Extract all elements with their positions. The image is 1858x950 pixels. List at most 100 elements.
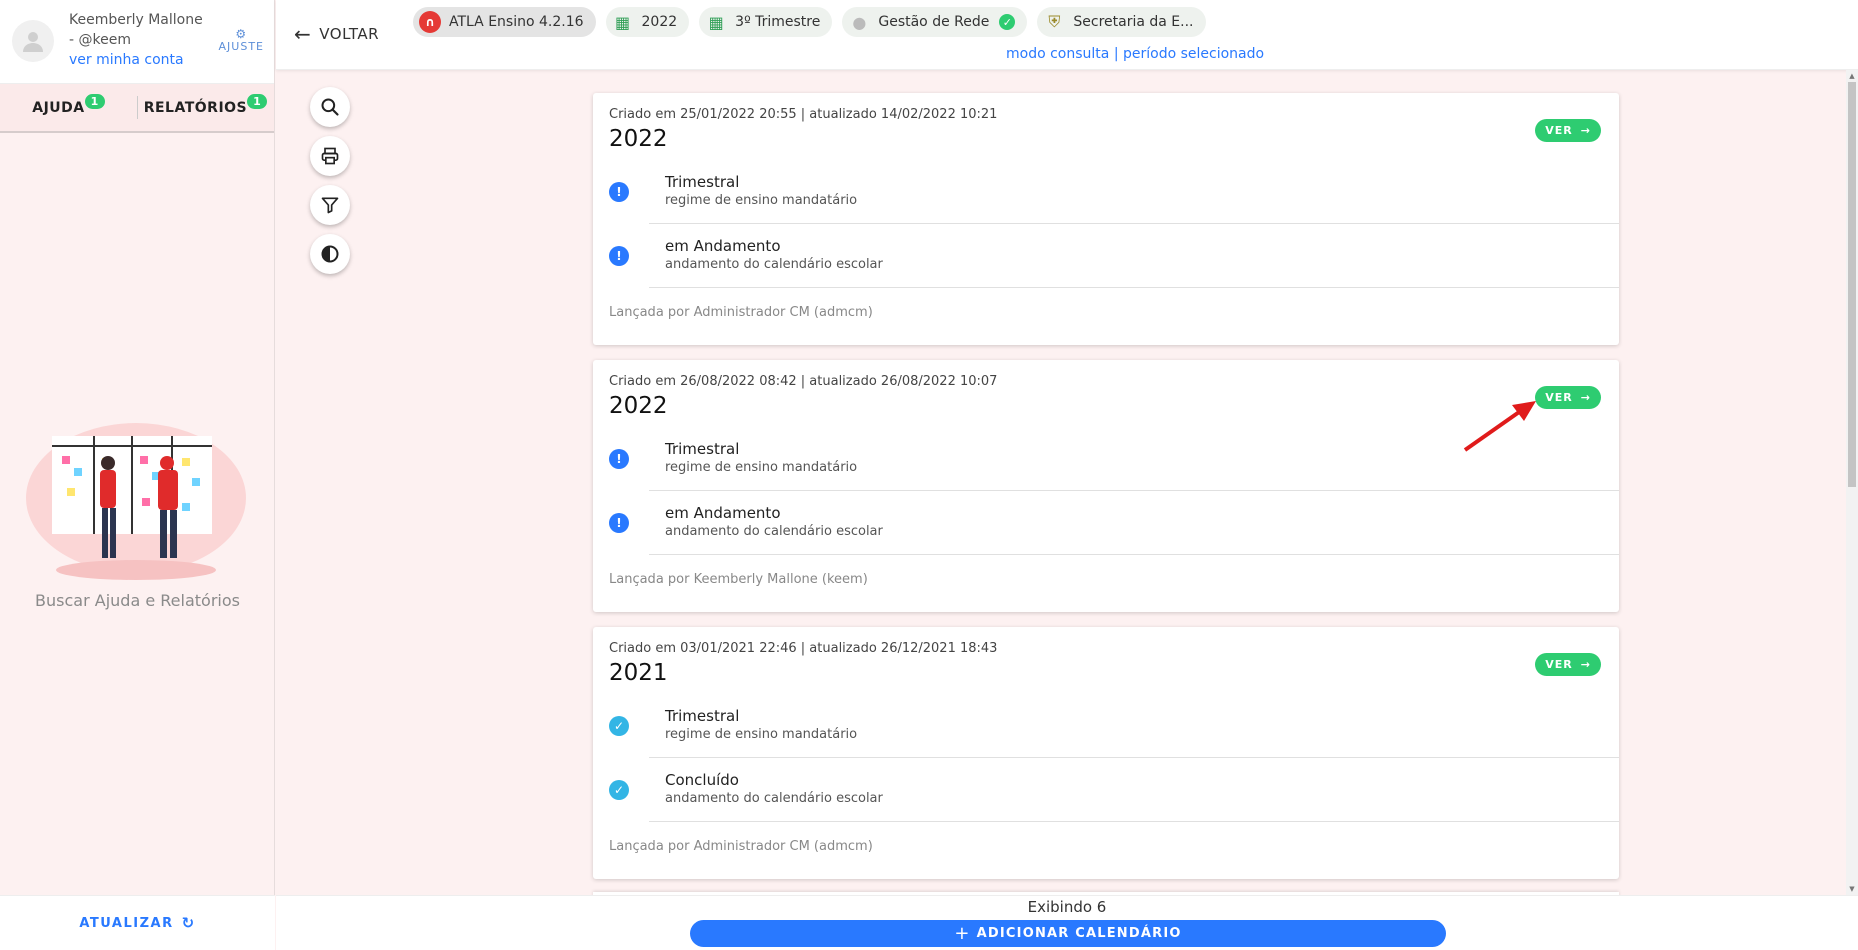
arrow-left-icon: ←	[294, 22, 312, 46]
alert-icon: !	[609, 181, 629, 202]
row-subtitle: regime de ensino mandatário	[665, 727, 858, 742]
alert-icon: !	[609, 245, 629, 266]
person-icon: ●	[852, 12, 867, 32]
row-subtitle: andamento do calendário escolar	[665, 791, 883, 806]
card-meta: Criado em 03/01/2021 22:46 | atualizado …	[609, 641, 998, 656]
plus-icon: +	[954, 923, 971, 944]
calendar-icon: ▦	[708, 12, 724, 32]
calendar-card: Criado em 25/01/2022 20:55 | atualizado …	[593, 93, 1619, 345]
card-year: 2022	[609, 126, 668, 152]
arrow-right-icon: →	[1580, 391, 1591, 404]
view-button[interactable]: VER →	[1535, 119, 1601, 142]
alert-icon: !	[609, 448, 629, 469]
row-subtitle: regime de ensino mandatário	[665, 460, 858, 475]
arrow-right-icon: →	[1580, 124, 1591, 137]
scrollbar-thumb[interactable]	[1848, 82, 1856, 487]
add-calendar-button[interactable]: + ADICIONAR CALENDÁRIO	[690, 920, 1446, 947]
crest-icon: ⛨	[1048, 12, 1061, 31]
row-title: Trimestral	[665, 707, 740, 725]
row-title: em Andamento	[665, 237, 781, 255]
scroll-up-icon[interactable]: ▲	[1846, 72, 1858, 80]
help-search-text: Buscar Ajuda e Relatórios	[35, 591, 240, 610]
chip-label: 2022	[641, 14, 678, 30]
contrast-button[interactable]	[310, 234, 350, 274]
calendar-card: Criado em 03/01/2021 22:46 | atualizado …	[593, 627, 1619, 879]
result-count: Exibindo 6	[1027, 898, 1107, 916]
list-item: ! em Andamento andamento do calendário es…	[609, 224, 1619, 288]
tab-ajuda[interactable]: AJUDA 1	[0, 84, 137, 131]
user-avatar-icon	[23, 32, 43, 52]
annotation-arrow-icon	[1463, 401, 1536, 452]
check-circle-icon: ✓	[609, 779, 629, 800]
settings-label: AJUSTE	[218, 40, 264, 53]
settings-button[interactable]: ⚙ AJUSTE	[219, 28, 264, 53]
card-meta: Criado em 26/08/2022 08:42 | atualizado …	[609, 374, 998, 389]
refresh-button[interactable]: ATUALIZAR ↻	[0, 895, 275, 950]
app-logo-icon: ∩	[419, 11, 441, 33]
scrollbar[interactable]: ▲ ▼	[1846, 70, 1858, 895]
view-label: VER	[1545, 658, 1573, 671]
view-label: VER	[1545, 124, 1573, 137]
count-badge: 1	[247, 94, 268, 109]
alert-icon: !	[609, 512, 629, 533]
sidebar-tabs: AJUDA 1 RELATÓRIOS 1	[0, 83, 274, 133]
list-item: ✓ Concluído andamento do calendário escol…	[609, 758, 1619, 822]
chip-label: 3º Trimestre	[735, 14, 821, 30]
add-calendar-label: ADICIONAR CALENDÁRIO	[976, 926, 1182, 941]
search-button[interactable]	[310, 87, 350, 127]
tab-relatorios[interactable]: RELATÓRIOS 1	[137, 84, 274, 131]
chip-profile[interactable]: ● Gestão de Rede ✓	[842, 7, 1028, 37]
refresh-icon: ↻	[181, 914, 196, 932]
chip-app-version[interactable]: ∩ ATLA Ensino 4.2.16	[413, 7, 596, 37]
gear-icon: ⚙	[235, 27, 248, 41]
row-title: Trimestral	[665, 440, 740, 458]
card-author: Lançada por Administrador CM (admcm)	[609, 304, 873, 320]
check-icon: ✓	[999, 14, 1016, 30]
calendar-icon: ▦	[614, 12, 631, 32]
row-title: Trimestral	[665, 173, 740, 191]
scroll-down-icon[interactable]: ▼	[1846, 885, 1858, 893]
list-item: ! Trimestral regime de ensino mandatário	[609, 160, 1619, 224]
filter-button[interactable]	[310, 185, 350, 225]
count-badge: 1	[84, 94, 105, 109]
mode-link[interactable]: modo consulta | período selecionado	[1006, 46, 1264, 62]
user-box: Keemberly Mallone - @keem ver minha cont…	[0, 0, 274, 83]
tool-buttons	[310, 87, 350, 274]
view-button[interactable]: VER →	[1535, 653, 1601, 676]
context-chips: ∩ ATLA Ensino 4.2.16 ▦ 2022 ▦ 3º Trimest…	[413, 7, 1206, 37]
row-subtitle: andamento do calendário escolar	[665, 257, 883, 272]
chip-period[interactable]: ▦ 3º Trimestre	[699, 7, 833, 37]
back-button[interactable]: ← VOLTAR	[294, 22, 379, 46]
row-title: Concluído	[665, 771, 739, 789]
chip-label: ATLA Ensino 4.2.16	[449, 14, 584, 30]
row-subtitle: andamento do calendário escolar	[665, 524, 883, 539]
row-subtitle: regime de ensino mandatário	[665, 193, 858, 208]
check-circle-icon: ✓	[609, 715, 629, 736]
list-item: ✓ Trimestral regime de ensino mandatário	[609, 694, 1619, 758]
contrast-icon	[321, 245, 339, 263]
bottom-bar: Exibindo 6 + ADICIONAR CALENDÁRIO	[276, 895, 1858, 950]
chip-label: Gestão de Rede	[878, 14, 990, 30]
tab-label: AJUDA	[32, 99, 85, 116]
user-handle: - @keem	[69, 32, 131, 48]
print-icon	[321, 147, 339, 165]
help-illustration	[26, 423, 246, 580]
user-name: Keemberly Mallone	[69, 12, 203, 28]
print-button[interactable]	[310, 136, 350, 176]
chip-year[interactable]: ▦ 2022	[605, 7, 690, 37]
arrow-right-icon: →	[1580, 658, 1591, 671]
avatar[interactable]	[12, 20, 54, 62]
view-label: VER	[1545, 391, 1573, 404]
back-label: VOLTAR	[319, 25, 380, 43]
refresh-label: ATUALIZAR	[79, 915, 174, 931]
card-year: 2021	[609, 660, 668, 686]
tab-label: RELATÓRIOS	[143, 99, 248, 116]
row-title: em Andamento	[665, 504, 781, 522]
card-meta: Criado em 25/01/2022 20:55 | atualizado …	[609, 107, 998, 122]
account-link[interactable]: ver minha conta	[69, 50, 203, 70]
view-button[interactable]: VER →	[1535, 386, 1601, 409]
calendar-list: Criado em 25/01/2022 20:55 | atualizado …	[593, 93, 1619, 894]
sidebar: Keemberly Mallone - @keem ver minha cont…	[0, 0, 275, 950]
chip-organization[interactable]: ⛨ Secretaria da E...	[1037, 7, 1206, 37]
filter-icon	[321, 197, 339, 214]
